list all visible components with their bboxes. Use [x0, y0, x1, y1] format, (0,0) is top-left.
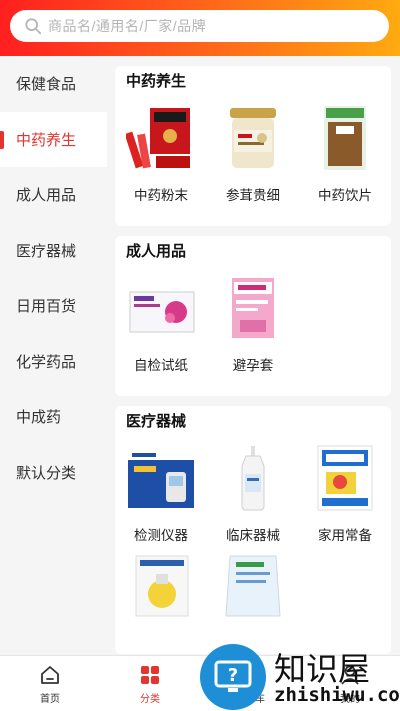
section-title: 成人用品	[126, 243, 187, 260]
section-title: 中药养生	[126, 73, 187, 90]
sidebar-item-health-food[interactable]: 保健食品	[0, 56, 107, 112]
svg-text:?: ?	[228, 665, 238, 686]
watermark-logo: ?	[200, 644, 266, 710]
product-item[interactable]: 家用常备	[299, 444, 391, 544]
watermark-site: zhishiwu.com	[274, 684, 400, 706]
product-image	[128, 450, 194, 508]
product-image	[225, 555, 281, 617]
product-image	[317, 445, 373, 511]
section-card: 成人用品 自检试纸 避孕套	[115, 236, 391, 396]
product-item[interactable]: 中药饮片	[299, 104, 391, 204]
product-image	[230, 108, 276, 168]
home-icon	[41, 666, 59, 684]
product-name: 参茸贵细	[226, 188, 280, 203]
watermark: ? 知识屋 zhishiwu.com	[200, 640, 400, 711]
section-title: 医疗器械	[126, 413, 187, 430]
product-item[interactable]: 临床器械	[207, 444, 299, 544]
product-image	[126, 108, 190, 169]
category-sidebar: 保健食品 中药养生 成人用品 医疗器械 日用百货 化学药品 中成药 默认分类	[0, 56, 107, 656]
product-name: 临床器械	[226, 528, 280, 543]
product-item[interactable]: 参茸贵细	[207, 104, 299, 204]
product-name: 避孕套	[232, 358, 274, 373]
help-monitor-icon: ?	[214, 660, 252, 692]
sidebar-item-default[interactable]: 默认分类	[0, 445, 107, 501]
sidebar-item-medical-devices[interactable]: 医疗器械	[0, 223, 107, 279]
product-image	[324, 106, 366, 170]
product-image	[232, 278, 274, 338]
category-grid-icon	[141, 666, 159, 684]
search-icon	[25, 18, 42, 35]
sidebar-item-tcm-wellness[interactable]: 中药养生	[0, 111, 107, 167]
category-content: 中药养生 中药粉末 参茸贵细 中药饮片 成人用品 自检试纸 避孕套 医疗器械 检…	[115, 66, 391, 664]
product-name: 中药饮片	[318, 188, 372, 203]
header-bar: 商品名/通用名/厂家/品牌	[0, 0, 400, 56]
product-item[interactable]: 检测仪器	[115, 444, 207, 544]
product-item[interactable]	[207, 552, 299, 632]
product-item[interactable]: 中药粉末	[115, 104, 207, 204]
tab-label: 首页	[40, 694, 60, 705]
sidebar-item-adult-products[interactable]: 成人用品	[0, 167, 107, 223]
search-placeholder: 商品名/通用名/厂家/品牌	[48, 18, 207, 34]
product-item[interactable]	[115, 552, 207, 632]
section-card: 医疗器械 检测仪器 临床器械 家用常备	[115, 406, 391, 654]
sidebar-item-daily-goods[interactable]: 日用百货	[0, 278, 107, 334]
product-image	[129, 291, 195, 333]
sidebar-item-chemical-drugs[interactable]: 化学药品	[0, 334, 107, 390]
product-item[interactable]: 自检试纸	[115, 274, 207, 374]
section-card: 中药养生 中药粉末 参茸贵细 中药饮片	[115, 66, 391, 226]
sidebar-item-patent-medicine[interactable]: 中成药	[0, 389, 107, 445]
product-name: 家用常备	[318, 528, 372, 543]
product-item[interactable]: 避孕套	[207, 274, 299, 374]
tab-label: 分类	[140, 694, 160, 705]
search-input[interactable]: 商品名/通用名/厂家/品牌	[10, 10, 389, 42]
product-name: 中药粉末	[134, 188, 188, 203]
product-image	[135, 555, 189, 617]
product-image	[241, 446, 265, 511]
tab-home[interactable]: 首页	[0, 656, 100, 711]
product-name: 检测仪器	[134, 528, 188, 543]
tab-category[interactable]: 分类	[100, 656, 200, 711]
product-name: 自检试纸	[134, 358, 188, 373]
